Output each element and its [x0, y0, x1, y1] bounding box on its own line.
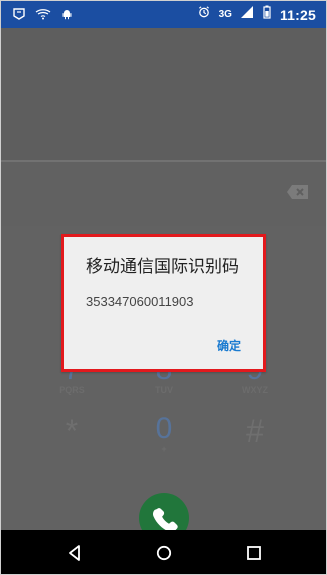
signal-icon — [240, 5, 254, 24]
confirm-button[interactable]: 确定 — [217, 339, 241, 353]
key-7-letters: PQRS — [59, 385, 85, 395]
status-right-icons: 3G 11:25 — [197, 5, 316, 24]
key-0-letters: + — [161, 444, 167, 454]
key-star-symbol: * — [65, 413, 79, 449]
back-icon[interactable] — [65, 543, 85, 563]
dialer-background: 7 PQRS 8 TUV 9 WXYZ * 0 + # — [1, 28, 326, 543]
recents-icon[interactable] — [244, 543, 264, 563]
imei-value: 353347060011903 — [86, 294, 194, 309]
imei-dialog: 移动通信国际识别码 353347060011903 确定 — [61, 234, 266, 372]
key-9-letters: WXYZ — [242, 385, 268, 395]
dialog-title: 移动通信国际识别码 — [86, 257, 239, 276]
home-icon[interactable] — [154, 543, 174, 563]
key-8-letters: TUV — [155, 385, 173, 395]
key-hash[interactable]: # — [215, 413, 295, 449]
android-icon — [61, 7, 73, 25]
key-0[interactable]: 0 + — [124, 412, 204, 455]
wifi-question-icon — [35, 7, 51, 25]
status-time: 11:25 — [279, 6, 316, 23]
key-star[interactable]: * — [32, 413, 112, 449]
key-hash-symbol: # — [246, 413, 264, 449]
navigation-bar — [1, 530, 326, 574]
status-left-icons — [13, 7, 73, 25]
dialer-header-area — [1, 28, 326, 160]
backspace-icon[interactable] — [286, 184, 310, 200]
status-bar: 3G 11:25 — [1, 1, 326, 28]
key-0-digit: 0 — [155, 412, 173, 445]
phone-number-field[interactable] — [1, 162, 326, 227]
notification-icon — [13, 7, 25, 25]
alarm-icon — [197, 5, 211, 24]
battery-icon — [262, 5, 272, 24]
phone-frame: 3G 11:25 PQRS TUV WXYZ * 0 + # 移动通信国际识别码… — [0, 0, 327, 575]
network-label: 3G — [218, 8, 232, 20]
